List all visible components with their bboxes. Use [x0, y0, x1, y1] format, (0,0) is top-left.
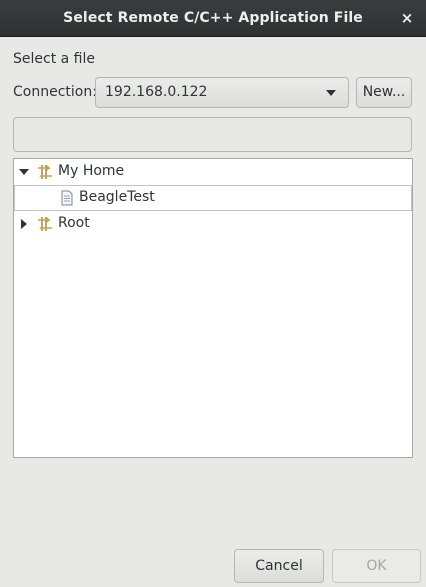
tree-item-label: Root [58, 215, 90, 231]
tree-item-label: My Home [58, 163, 125, 179]
cancel-button[interactable]: Cancel [234, 549, 324, 583]
remote-folder-icon [37, 164, 53, 180]
file-path-input[interactable] [13, 117, 412, 152]
remote-file-tree[interactable]: My Home BeagleTest Root [13, 158, 413, 458]
remote-folder-icon [37, 216, 53, 232]
expander-collapsed-icon[interactable] [21, 219, 27, 229]
connection-dropdown[interactable]: 192.168.0.122 [95, 77, 349, 108]
tree-item-my-home[interactable]: My Home [14, 159, 412, 185]
new-connection-button[interactable]: New... [356, 77, 412, 108]
tree-item-label: BeagleTest [79, 189, 155, 205]
select-file-prompt: Select a file [13, 51, 95, 67]
dialog-title: Select Remote C/C++ Application File [63, 10, 363, 26]
connection-value: 192.168.0.122 [105, 84, 208, 100]
ok-button[interactable]: OK [332, 549, 421, 583]
connection-label: Connection: [13, 84, 97, 100]
title-bar[interactable]: Select Remote C/C++ Application File × [0, 0, 426, 37]
tree-item-root[interactable]: Root [14, 211, 412, 237]
tree-item-beagletest[interactable]: BeagleTest [14, 185, 412, 211]
close-icon[interactable]: × [400, 9, 414, 27]
chevron-down-icon [326, 90, 336, 96]
expander-expanded-icon[interactable] [19, 169, 29, 175]
file-icon [59, 190, 75, 206]
select-file-dialog: Select Remote C/C++ Application File × S… [0, 0, 426, 587]
